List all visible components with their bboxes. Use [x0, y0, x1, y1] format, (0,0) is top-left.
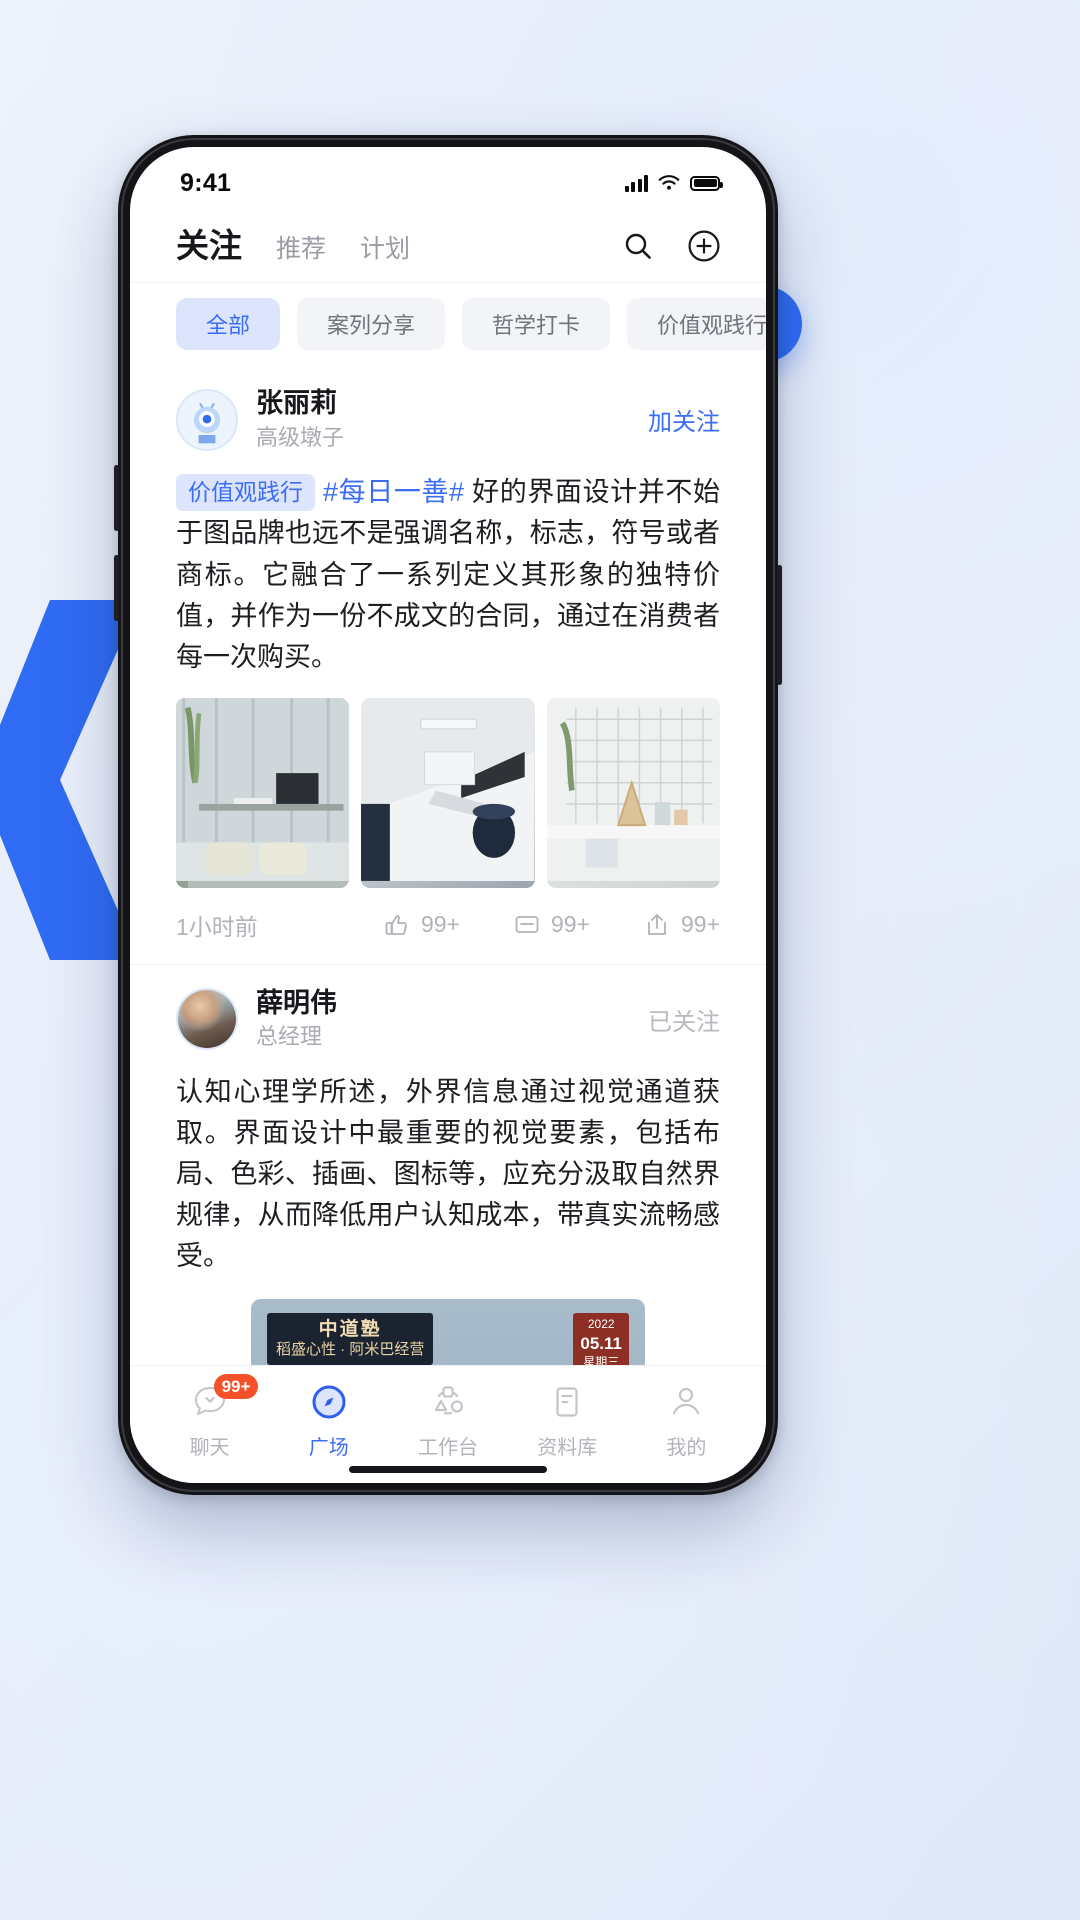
phone-frame: 9:41 关注 推荐 计划 全部 案列分享 哲学打卡 价值观践行 张丽莉 高级墩…: [114, 135, 782, 1495]
tab-jihua[interactable]: 计划: [360, 237, 410, 262]
search-icon[interactable]: [618, 226, 658, 266]
chat-bubble-icon: 99+: [188, 1374, 259, 1424]
top-navigation-bar: 关注 推荐 计划: [130, 209, 766, 283]
poster-date: 2022 05.11 星期三: [573, 1313, 629, 1365]
poster-brand-name: 中道塾: [318, 1319, 382, 1341]
follow-button[interactable]: 加关注: [648, 402, 720, 437]
chip-case-share[interactable]: 案列分享: [297, 298, 446, 350]
post-item: 薛明伟 总经理 已关注 认知心理学所述，外界信息通过视觉通道获取。界面设计中最重…: [130, 963, 766, 1365]
top-actions: [618, 226, 724, 266]
nav-item-library[interactable]: 资料库: [508, 1380, 627, 1460]
author-name: 张丽莉: [256, 388, 337, 418]
cellular-signal-icon: [624, 174, 648, 192]
post-stats-bar: 1小时前 99+ 99+ 99+: [176, 888, 720, 964]
person-icon: [664, 1380, 708, 1424]
post-time: 1小时前: [176, 913, 258, 940]
phone-screen: 9:41 关注 推荐 计划 全部 案列分享 哲学打卡 价值观践行 张丽莉 高级墩…: [130, 147, 766, 1483]
author-info: 薛明伟 总经理: [256, 987, 648, 1052]
portrait-avatar-icon[interactable]: [176, 988, 238, 1051]
post-poster-image[interactable]: 中道塾 稻盛心性 · 阿米巴经营 2022 05.11 星期三 玻璃般 透明的经…: [251, 1299, 645, 1365]
home-indicator: [349, 1466, 547, 1473]
volume-down-button[interactable]: [114, 555, 119, 621]
status-bar: 9:41: [130, 147, 766, 209]
like-action[interactable]: 99+: [384, 911, 460, 938]
compass-icon: [307, 1380, 351, 1424]
nav-item-square[interactable]: 广场: [269, 1380, 388, 1460]
like-count: 99+: [420, 911, 460, 938]
chip-values[interactable]: 价值观践行: [627, 298, 766, 350]
document-icon: [545, 1380, 589, 1424]
comment-count: 99+: [550, 911, 590, 938]
chip-philosophy[interactable]: 哲学打卡: [462, 298, 611, 350]
author-info: 张丽莉 高级墩子: [256, 387, 648, 452]
post-hashtag[interactable]: #每日一善#: [323, 477, 464, 507]
mascot-avatar-icon[interactable]: [176, 388, 238, 451]
status-time: 9:41: [180, 168, 232, 197]
share-icon: [648, 913, 666, 935]
nav-item-workbench[interactable]: 工作台: [388, 1380, 507, 1460]
thumbs-up-icon: [385, 914, 407, 935]
poster-brand-sub: 稻盛心性 · 阿米巴经营: [276, 1341, 425, 1359]
post-text: 价值观践行 #每日一善# 好的界面设计并不始于图品牌也远不是强调名称，标志，符号或…: [176, 458, 720, 681]
author-role: 总经理: [256, 1024, 323, 1050]
filter-chip-row[interactable]: 全部 案列分享 哲学打卡 价值观践行 员工: [130, 283, 766, 365]
nav-label-mine: 我的: [666, 1437, 707, 1459]
nav-label-workbench: 工作台: [418, 1437, 478, 1459]
volume-up-button[interactable]: [114, 465, 119, 531]
post-item: 张丽莉 高级墩子 加关注 价值观践行 #每日一善# 好的界面设计并不始于图品牌也远…: [130, 365, 766, 964]
status-icons: [624, 174, 723, 192]
power-button[interactable]: [777, 565, 782, 685]
tab-tuijian[interactable]: 推荐: [276, 237, 326, 262]
post-image[interactable]: [546, 697, 720, 888]
workbench-icon: [426, 1380, 470, 1424]
post-header: 张丽莉 高级墩子 加关注: [176, 365, 720, 458]
post-body-text: 认知心理学所述，外界信息通过视觉通道获取。界面设计中最重要的视觉要素，包括布局、…: [176, 1077, 720, 1272]
nav-label-chat: 聊天: [189, 1437, 230, 1459]
nav-item-chat[interactable]: 99+ 聊天: [150, 1374, 269, 1460]
post-feed[interactable]: 张丽莉 高级墩子 加关注 价值观践行 #每日一善# 好的界面设计并不始于图品牌也远…: [130, 365, 766, 1365]
author-name: 薛明伟: [256, 987, 337, 1018]
poster-date-day: 05.11: [580, 1333, 622, 1353]
follow-button[interactable]: 已关注: [648, 1002, 720, 1037]
tab-guanzhu[interactable]: 关注: [176, 229, 242, 262]
poster-date-week: 星期三: [583, 1354, 620, 1365]
post-tag-badge[interactable]: 价值观践行: [176, 474, 315, 512]
nav-label-library: 资料库: [537, 1437, 598, 1459]
plus-circle-icon[interactable]: [684, 226, 724, 266]
share-count: 99+: [680, 911, 720, 938]
post-image-gallery[interactable]: [176, 682, 720, 888]
post-header: 薛明伟 总经理 已关注: [176, 965, 720, 1058]
post-image[interactable]: [176, 697, 350, 888]
poster-brand: 中道塾 稻盛心性 · 阿米巴经营: [267, 1313, 434, 1365]
chip-all[interactable]: 全部: [176, 298, 281, 350]
post-text: 认知心理学所述，外界信息通过视觉通道获取。界面设计中最重要的视觉要素，包括布局、…: [176, 1058, 720, 1281]
battery-full-icon: [690, 175, 723, 191]
share-action[interactable]: 99+: [644, 911, 720, 938]
comment-action[interactable]: 99+: [514, 911, 590, 938]
post-image[interactable]: [361, 697, 535, 888]
wifi-icon: [658, 175, 680, 190]
comment-icon: [515, 915, 539, 933]
nav-item-mine[interactable]: 我的: [627, 1380, 746, 1460]
nav-label-square: 广场: [308, 1437, 349, 1459]
author-role: 高级墩子: [256, 424, 345, 450]
chat-unread-badge: 99+: [213, 1374, 259, 1400]
feed-tabs: 关注 推荐 计划: [176, 229, 618, 262]
poster-date-year: 2022: [587, 1317, 615, 1332]
